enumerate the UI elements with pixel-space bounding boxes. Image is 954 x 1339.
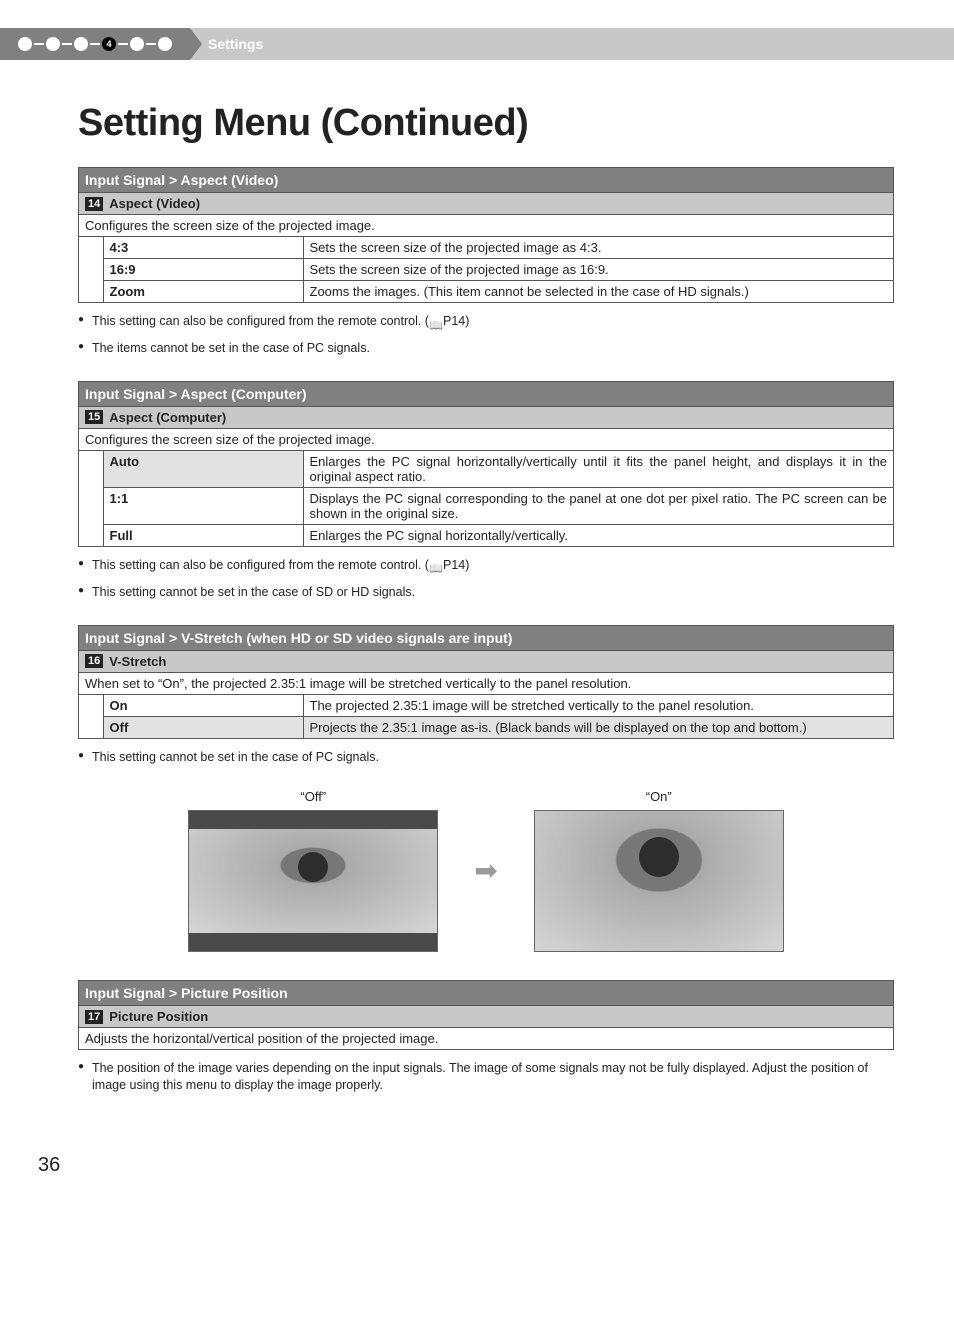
option-label: On [103, 695, 303, 717]
illus-off-frame [188, 810, 438, 952]
options-table-vstretch: On The projected 2.35:1 image will be st… [78, 695, 894, 739]
table-row: 16:9 Sets the screen size of the project… [79, 259, 893, 281]
option-value: The projected 2.35:1 image will be stret… [303, 695, 893, 717]
description-aspect-computer: Configures the screen size of the projec… [78, 429, 894, 451]
step-indicator: 4 [0, 28, 190, 60]
notes-picture-position: The position of the image varies dependi… [78, 1060, 894, 1094]
illus-on: “On” [534, 789, 784, 952]
step-dot-2 [46, 37, 60, 51]
table-row: Zoom Zooms the images. (This item cannot… [79, 281, 893, 303]
option-value: Sets the screen size of the projected im… [303, 259, 893, 281]
arrow-right-icon: ➡ [474, 854, 497, 887]
illus-off-label: “Off” [300, 789, 326, 804]
step-dot-5 [130, 37, 144, 51]
note-ref: P14) [443, 314, 469, 328]
page: 4 Settings Setting Menu (Continued) Inpu… [0, 28, 954, 1217]
subheading-aspect-computer: 15 Aspect (Computer) [78, 407, 894, 429]
option-value: Zooms the images. (This item cannot be s… [303, 281, 893, 303]
options-table-aspect-computer: Auto Enlarges the PC signal horizontally… [78, 451, 894, 547]
note-text: This setting can also be configured from… [92, 314, 429, 328]
option-label: 1:1 [103, 487, 303, 524]
note-item: This setting can also be configured from… [78, 557, 894, 574]
subheading-text: V-Stretch [109, 654, 166, 669]
option-label: Off [103, 716, 303, 738]
section-label: Settings [208, 28, 263, 60]
illus-off: “Off” [188, 789, 438, 952]
illus-on-label: “On” [646, 789, 672, 804]
option-value: Sets the screen size of the projected im… [303, 237, 893, 259]
note-ref: P14) [443, 558, 469, 572]
option-value: Enlarges the PC signal horizontally/vert… [303, 524, 893, 546]
badge-14: 14 [85, 197, 103, 211]
section-heading-picture-position: Input Signal > Picture Position [78, 980, 894, 1006]
step-dot-4-active: 4 [102, 37, 116, 51]
section-heading-aspect-video: Input Signal > Aspect (Video) [78, 167, 894, 193]
options-table-aspect-video: 4:3 Sets the screen size of the projecte… [78, 237, 894, 303]
subheading-vstretch: 16 V-Stretch [78, 651, 894, 673]
page-number: 36 [38, 1154, 954, 1177]
note-item: The items cannot be set in the case of P… [78, 340, 894, 357]
option-value: Displays the PC signal corresponding to … [303, 487, 893, 524]
notes-vstretch: This setting cannot be set in the case o… [78, 749, 894, 766]
table-row: Full Enlarges the PC signal horizontally… [79, 524, 893, 546]
subheading-picture-position: 17 Picture Position [78, 1006, 894, 1028]
breadcrumb-band: 4 Settings [0, 28, 954, 60]
page-title: Setting Menu (Continued) [78, 102, 894, 145]
description-picture-position: Adjusts the horizontal/vertical position… [78, 1028, 894, 1050]
table-row: On The projected 2.35:1 image will be st… [79, 695, 893, 717]
option-label: Full [103, 524, 303, 546]
badge-15: 15 [85, 410, 103, 424]
description-vstretch: When set to “On”, the projected 2.35:1 i… [78, 673, 894, 695]
option-label: 4:3 [103, 237, 303, 259]
step-dot-3 [74, 37, 88, 51]
option-label: Auto [103, 451, 303, 488]
book-icon [429, 560, 443, 570]
description-aspect-video: Configures the screen size of the projec… [78, 215, 894, 237]
step-dot-6 [158, 37, 172, 51]
table-row: Auto Enlarges the PC signal horizontally… [79, 451, 893, 488]
section-heading-vstretch: Input Signal > V-Stretch (when HD or SD … [78, 625, 894, 651]
badge-17: 17 [85, 1010, 103, 1024]
note-item: The position of the image varies dependi… [78, 1060, 894, 1094]
option-label: Zoom [103, 281, 303, 303]
table-row: 1:1 Displays the PC signal corresponding… [79, 487, 893, 524]
note-item: This setting cannot be set in the case o… [78, 584, 894, 601]
table-row: Off Projects the 2.35:1 image as-is. (Bl… [79, 716, 893, 738]
subheading-text: Aspect (Video) [109, 196, 200, 211]
subheading-aspect-video: 14 Aspect (Video) [78, 193, 894, 215]
badge-16: 16 [85, 654, 103, 668]
notes-aspect-computer: This setting can also be configured from… [78, 557, 894, 601]
notes-aspect-video: This setting can also be configured from… [78, 313, 894, 357]
section-heading-aspect-computer: Input Signal > Aspect (Computer) [78, 381, 894, 407]
note-item: This setting can also be configured from… [78, 313, 894, 330]
vstretch-illustration: “Off” ➡ “On” [78, 789, 894, 952]
option-value: Enlarges the PC signal horizontally/vert… [303, 451, 893, 488]
book-icon [429, 317, 443, 327]
subheading-text: Picture Position [109, 1009, 208, 1024]
step-dot-1 [18, 37, 32, 51]
subheading-text: Aspect (Computer) [109, 410, 226, 425]
illus-on-frame [534, 810, 784, 952]
table-row: 4:3 Sets the screen size of the projecte… [79, 237, 893, 259]
option-label: 16:9 [103, 259, 303, 281]
note-item: This setting cannot be set in the case o… [78, 749, 894, 766]
option-value: Projects the 2.35:1 image as-is. (Black … [303, 716, 893, 738]
note-text: This setting can also be configured from… [92, 558, 429, 572]
